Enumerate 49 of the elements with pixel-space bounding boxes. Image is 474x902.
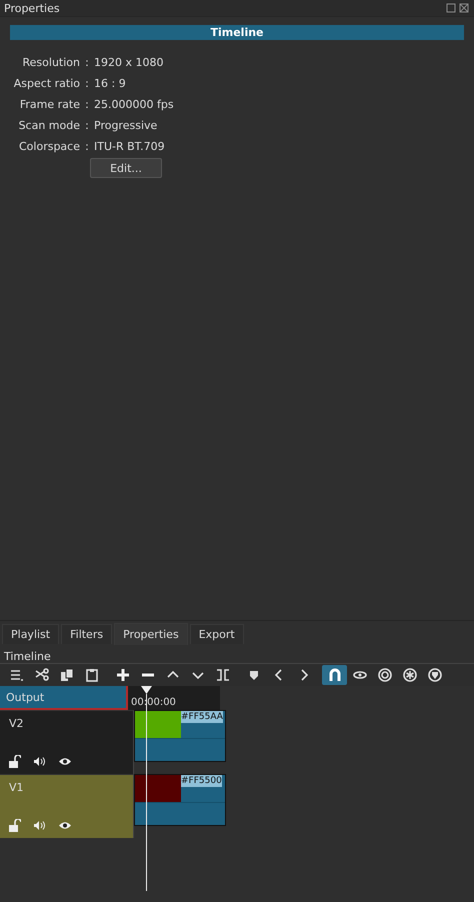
field-value: 25.000000 fps	[94, 98, 175, 111]
copy-icon	[60, 668, 74, 682]
plus-icon	[116, 668, 130, 682]
star-circle-icon	[402, 668, 416, 682]
track-header[interactable]: V2	[0, 710, 134, 774]
video-clip[interactable]: #FF55AA	[134, 710, 226, 762]
eye-icon[interactable]	[58, 757, 72, 766]
field-value: ITU-R BT.709	[94, 140, 166, 153]
field-value: 1920 x 1080	[94, 56, 164, 69]
magnet-icon	[328, 668, 342, 682]
track-header[interactable]: V1	[0, 774, 134, 838]
clipboard-icon	[84, 668, 98, 682]
field-value: Progressive	[94, 119, 158, 132]
separator: :	[84, 98, 90, 111]
panel-title: Properties	[4, 2, 60, 14]
separator: :	[84, 56, 90, 69]
field-label: Colorspace	[18, 140, 80, 153]
eye-icon[interactable]	[58, 821, 72, 830]
separator: :	[84, 119, 90, 132]
field-label: Resolution	[22, 56, 80, 69]
tab[interactable]: Properties	[114, 623, 188, 645]
panel-title: Timeline	[4, 650, 51, 663]
speaker-icon[interactable]	[33, 756, 46, 767]
track-name: V1	[9, 781, 25, 794]
split-icon	[216, 668, 230, 682]
field-value: 16 : 9	[94, 77, 127, 90]
menu-icon	[10, 668, 24, 682]
scissors-icon	[34, 668, 48, 682]
tab[interactable]: Export	[190, 624, 244, 644]
field-label: Aspect ratio	[12, 77, 80, 90]
section-header: Timeline	[10, 25, 464, 40]
clip-label: #FF55AA	[181, 711, 223, 723]
tab[interactable]: Playlist	[2, 624, 60, 644]
tab[interactable]: Filters	[61, 624, 112, 644]
output-track-button[interactable]: Output	[0, 686, 128, 710]
shield-circle-icon	[428, 668, 442, 682]
field-label: Frame rate	[18, 98, 80, 111]
edit-button[interactable]: Edit...	[90, 158, 162, 178]
toolbar-button[interactable]	[322, 665, 347, 685]
separator: :	[84, 140, 90, 153]
track-name: V2	[9, 717, 25, 730]
eye-icon	[352, 668, 366, 682]
window-controls-icon[interactable]	[446, 3, 470, 13]
video-clip[interactable]: #FF5500	[134, 774, 226, 826]
field-label: Scan mode	[18, 119, 80, 132]
separator: :	[84, 77, 90, 90]
clip-label: #FF5500	[181, 775, 222, 787]
unlock-icon[interactable]	[9, 755, 21, 768]
target-icon	[378, 668, 392, 682]
